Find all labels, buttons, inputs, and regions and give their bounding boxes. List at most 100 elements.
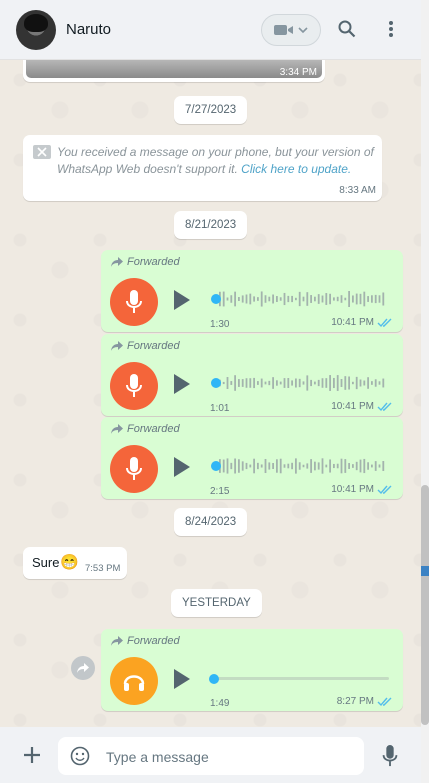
play-icon[interactable] (174, 290, 190, 310)
waveform-bar (264, 381, 267, 385)
play-icon[interactable] (174, 374, 190, 394)
waveform[interactable] (211, 288, 387, 310)
waveform-bar (249, 378, 252, 388)
audio-message[interactable]: Forwarded 1:49 8:27 PM (101, 629, 403, 711)
waveform-bar (352, 295, 354, 303)
waveform-bar (287, 378, 290, 388)
waveform-bar (238, 379, 240, 387)
microphone-icon (382, 745, 398, 767)
voice-message[interactable]: Forwarded 1:01 10:41 PM (101, 334, 403, 416)
waveform-bar (230, 381, 233, 385)
waveform-bar (264, 295, 267, 303)
update-link[interactable]: Click here to update. (241, 162, 351, 176)
waveform-bar (245, 462, 248, 470)
progress-dot[interactable] (211, 294, 221, 304)
message-input[interactable] (104, 737, 358, 777)
voice-record-button[interactable] (382, 745, 398, 772)
waveform-bar (336, 296, 339, 302)
play-icon[interactable] (174, 457, 190, 477)
media-thumbnail[interactable] (26, 60, 322, 78)
play-icon[interactable] (174, 669, 190, 689)
microphone-icon (126, 290, 142, 313)
duration: 1:30 (210, 319, 230, 330)
waveform-bar (359, 293, 362, 305)
waveform-bar (241, 295, 244, 303)
waveform-bar (371, 464, 373, 468)
waveform-bar (340, 295, 343, 303)
voice-message[interactable]: Forwarded 2:15 10:41 PM (101, 417, 403, 499)
text-message[interactable]: Sure 😁 7:53 PM (23, 547, 127, 579)
plus-icon (24, 747, 40, 763)
progress-dot[interactable] (211, 461, 221, 471)
video-camera-icon (274, 25, 293, 35)
emoji-icon[interactable] (70, 746, 90, 766)
progress-dot[interactable] (209, 674, 219, 684)
waveform-bar (329, 459, 331, 473)
waveform-bar (268, 380, 271, 386)
forward-arrow-icon (111, 341, 123, 351)
waveform-bar (226, 458, 229, 474)
waveform-bar (367, 377, 369, 389)
message-time: 7:53 PM (85, 563, 121, 574)
waveform-bar (234, 291, 236, 307)
waveform-bar (230, 295, 233, 303)
avatar[interactable] (16, 10, 56, 50)
waveform-bar (264, 458, 267, 474)
duration: 1:49 (210, 698, 230, 709)
waveform-bar (302, 296, 305, 302)
waveform-bar (295, 297, 297, 301)
progress-dot[interactable] (211, 378, 221, 388)
message-meta: 10:41 PM (331, 401, 393, 412)
waveform-bar (367, 462, 369, 470)
forward-button[interactable] (71, 656, 95, 680)
waveform-bar (340, 458, 343, 474)
menu-button[interactable] (378, 16, 404, 42)
waveform-bar (245, 294, 248, 304)
message-input-box[interactable] (58, 737, 364, 777)
waveform-bar (321, 458, 324, 474)
search-button[interactable] (334, 16, 360, 42)
waveform-bar (378, 295, 381, 303)
waveform-bar (344, 376, 347, 390)
voice-message[interactable]: Forwarded 1:30 10:41 PM (101, 250, 403, 332)
waveform-bar (276, 459, 278, 473)
waveform-bar (291, 462, 293, 470)
waveform-bar (374, 379, 377, 387)
waveform-bar (276, 296, 278, 302)
waveform-bar (272, 462, 274, 470)
chat-area[interactable]: 3:34 PM 7/27/2023 You received a message… (0, 60, 421, 727)
message-meta: 10:41 PM (331, 317, 393, 328)
waveform-bar (306, 463, 309, 469)
waveform-bar (333, 463, 335, 469)
forwarded-label: Forwarded (111, 256, 180, 268)
date-separator: YESTERDAY (171, 589, 262, 617)
waveform-bar (374, 294, 377, 304)
waveform-bar (260, 291, 263, 307)
scrollbar[interactable] (421, 0, 429, 783)
waveform-bar (260, 464, 263, 468)
waveform-bar (234, 458, 236, 474)
waveform-bar (359, 379, 362, 387)
unsupported-message: You received a message on your phone, bu… (23, 135, 382, 201)
scroll-marker (421, 566, 429, 576)
waveform-bar (291, 295, 293, 303)
search-icon (338, 20, 356, 38)
forward-arrow-icon (111, 424, 123, 434)
waveform[interactable] (211, 372, 387, 394)
attach-button[interactable] (22, 745, 42, 770)
composer (0, 727, 421, 783)
scrollbar-thumb[interactable] (421, 485, 429, 725)
date-separator: 8/21/2023 (174, 211, 248, 239)
waveform-bar (329, 375, 331, 391)
contact-name[interactable]: Naruto (66, 21, 111, 38)
microphone-icon (126, 374, 142, 397)
waveform-bar (291, 380, 293, 386)
waveform-bar (260, 378, 263, 388)
waveform-bar (317, 379, 320, 387)
waveform-bar (306, 292, 309, 306)
waveform-bar (279, 297, 282, 301)
progress-bar[interactable] (211, 677, 389, 680)
waveform[interactable] (211, 455, 387, 477)
video-call-button[interactable] (261, 14, 321, 46)
waveform-bar (321, 295, 324, 303)
